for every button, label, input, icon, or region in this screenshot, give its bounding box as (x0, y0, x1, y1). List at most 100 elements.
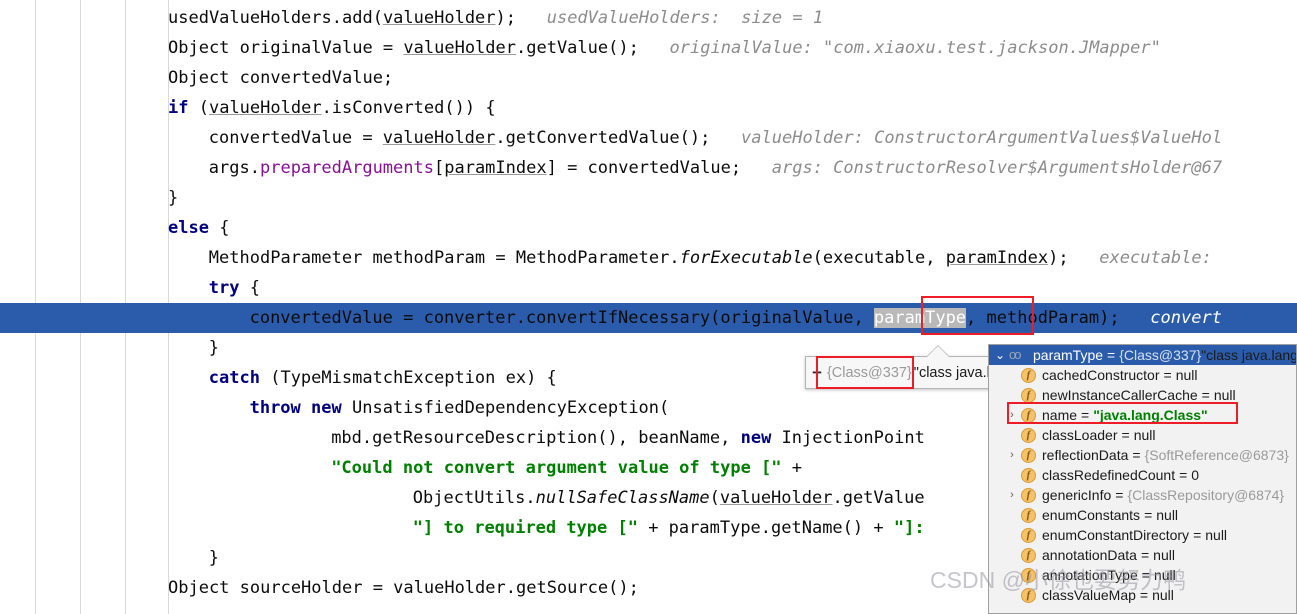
field-icon: f (1021, 387, 1036, 403)
chevron-down-icon[interactable]: ⌄ (991, 345, 1009, 365)
variable-value: null (1153, 567, 1176, 583)
field-icon: f (1021, 407, 1036, 423)
code-token: { (239, 278, 260, 298)
code-token: paramIndex (945, 248, 1049, 268)
code-line[interactable]: Object convertedValue; (0, 63, 1297, 93)
equals-sign: = (1132, 447, 1141, 463)
value-tooltip[interactable]: + {Class@337} "class java.la (805, 356, 998, 389)
chevron-right-icon[interactable]: › (1003, 405, 1021, 425)
code-line-selected[interactable]: convertedValue = converter.convertIfNece… (0, 303, 1297, 333)
field-icon: f (1021, 467, 1036, 483)
inline-parameter-hint: usedValueHolders: size = 1 (516, 8, 824, 28)
code-token: InjectionPoint (771, 428, 925, 448)
debugger-field-row[interactable]: f classLoader = null (989, 425, 1296, 445)
object-reference: {Class@337} (1119, 347, 1202, 363)
code-line[interactable]: Object originalValue = valueHolder.getVa… (0, 33, 1297, 63)
variable-value: {ClassRepository@6874} (1127, 487, 1285, 503)
code-token: valueHolder (382, 8, 496, 28)
chevron-right-icon[interactable]: › (1003, 445, 1021, 465)
tooltip-arrow (927, 346, 949, 357)
field-icon: f (1021, 507, 1036, 523)
code-token: , methodParam); (966, 308, 1120, 328)
code-token: usedValueHolders.add( (168, 8, 383, 28)
debugger-field-row[interactable]: f enumConstants = null (989, 505, 1296, 525)
debugger-field-row[interactable]: f annotationData = null (989, 545, 1296, 565)
keyword-token: try (208, 278, 240, 298)
code-line[interactable]: } (0, 183, 1297, 213)
variable-name: classValueMap (1042, 587, 1136, 603)
debugger-variable-popup[interactable]: ⌄ oo paramType = {Class@337} "class java.lan… (988, 344, 1297, 614)
code-token: nullSafeClassName (535, 488, 710, 508)
debugger-root-row[interactable]: ⌄ oo paramType = {Class@337} "class java.lan… (989, 345, 1296, 365)
debugger-field-row[interactable]: f newInstanceCallerCache = null (989, 385, 1296, 405)
variable-value: null (1156, 507, 1179, 523)
variable-value: null (1213, 387, 1236, 403)
code-token: ); (1048, 248, 1069, 268)
debugger-field-row[interactable]: f annotationType = null (989, 565, 1296, 585)
variable-value: "java.lang.Class" (1093, 407, 1208, 423)
string-literal: "Could not convert argument value of typ… (331, 458, 782, 478)
code-line[interactable]: MethodParameter methodParam = MethodPara… (0, 243, 1297, 273)
equals-sign: = (1107, 347, 1116, 363)
inline-parameter-hint: convert (1119, 308, 1222, 328)
chevron-right-icon[interactable]: › (1003, 485, 1021, 505)
code-token: UnsatisfiedDependencyException( (341, 398, 670, 418)
debugger-field-row[interactable]: › f reflectionData = {SoftReference@6873} (989, 445, 1296, 465)
debugger-field-row[interactable]: › f genericInfo = {ClassRepository@6874} (989, 485, 1296, 505)
code-line[interactable]: try { (0, 273, 1297, 303)
inline-parameter-hint: valueHolder: ConstructorArgumentValues$V… (710, 128, 1223, 148)
code-token: convertedValue = converter.convertIfNece… (249, 308, 874, 328)
equals-sign: = (1141, 567, 1150, 583)
variable-name: genericInfo (1042, 487, 1112, 503)
code-token: .getValue (832, 488, 925, 508)
code-token: MethodParameter methodParam = MethodPara… (208, 248, 680, 268)
debugger-field-row[interactable]: › f name = "java.lang.Class" (989, 405, 1296, 425)
variable-name: cachedConstructor (1042, 367, 1160, 383)
variable-name: reflectionData (1042, 447, 1129, 463)
code-token: ] = convertedValue; (546, 158, 742, 178)
code-line[interactable]: usedValueHolders.add(valueHolder); usedV… (0, 3, 1297, 33)
variable-value: {SoftReference@6873} (1144, 447, 1289, 463)
code-token: valueHolder (382, 128, 496, 148)
debugger-field-row[interactable]: f classRedefinedCount = 0 (989, 465, 1296, 485)
code-token: [ (433, 158, 445, 178)
code-line[interactable]: else { (0, 213, 1297, 243)
keyword-token: new (740, 428, 772, 448)
field-icon: f (1021, 567, 1036, 583)
field-icon: f (1021, 427, 1036, 443)
selected-token-paramtype[interactable]: paramType (873, 308, 967, 328)
variable-value: "class java.lang.Clas (1201, 347, 1296, 363)
expand-plus-icon[interactable]: + (812, 363, 822, 383)
field-icon: f (1021, 447, 1036, 463)
code-token: ObjectUtils. (412, 488, 536, 508)
debugger-field-row[interactable]: f classValueMap = null (989, 585, 1296, 605)
code-line[interactable]: if (valueHolder.isConverted()) { (0, 93, 1297, 123)
code-token: } (208, 548, 220, 568)
equals-sign: = (1201, 387, 1210, 403)
code-token: (executable, (812, 248, 946, 268)
debugger-field-row[interactable]: f enumConstantDirectory = null (989, 525, 1296, 545)
code-line[interactable]: convertedValue = valueHolder.getConverte… (0, 123, 1297, 153)
variable-name: classRedefinedCount (1042, 467, 1176, 483)
code-token: } (168, 188, 179, 208)
equals-sign: = (1081, 407, 1090, 423)
equals-sign: = (1115, 487, 1124, 503)
code-token: + (781, 458, 803, 478)
variable-name: paramType (1033, 347, 1104, 363)
inline-parameter-hint: originalValue: "com.xiaoxu.test.jackson.… (638, 38, 1161, 58)
code-token: convertedValue = (208, 128, 383, 148)
keyword-token: new (311, 398, 342, 418)
equals-sign: = (1179, 467, 1188, 483)
code-token: preparedArguments (259, 158, 434, 178)
code-token: { (208, 218, 230, 238)
ide-editor-screenshot: usedValueHolders.add(valueHolder); usedV… (0, 0, 1297, 614)
variable-name: annotationType (1042, 567, 1138, 583)
inline-parameter-hint: args: ConstructorResolver$ArgumentsHolde… (741, 158, 1223, 178)
equals-sign: = (1144, 507, 1153, 523)
debugger-field-row[interactable]: f cachedConstructor = null (989, 365, 1296, 385)
code-token: valueHolder (403, 38, 516, 58)
code-line[interactable]: args.preparedArguments[paramIndex] = con… (0, 153, 1297, 183)
code-token: .getConvertedValue(); (495, 128, 711, 148)
variable-name: annotationData (1042, 547, 1137, 563)
